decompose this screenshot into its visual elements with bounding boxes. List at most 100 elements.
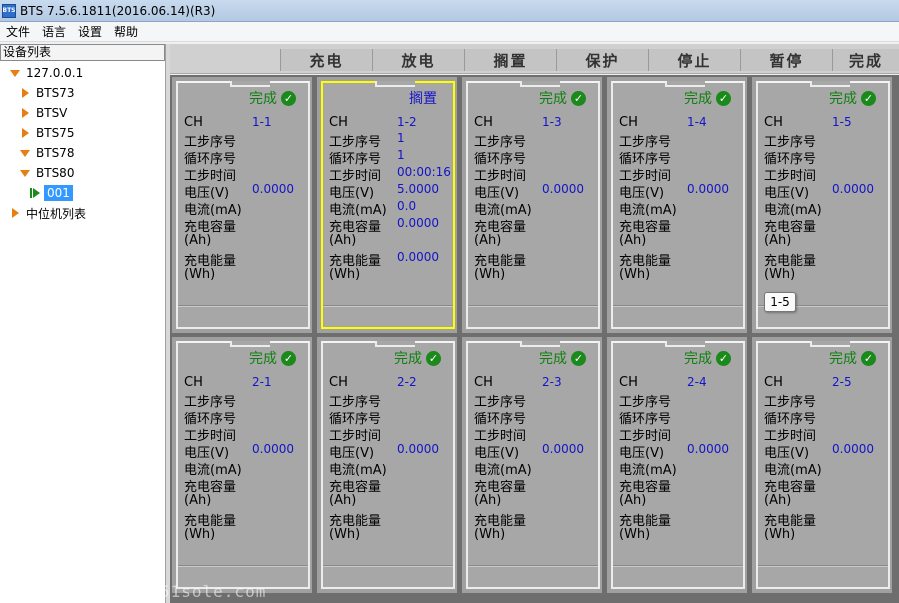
tree-node-label-selected[interactable]: 001 — [44, 185, 73, 201]
panel-notch — [375, 81, 415, 87]
field-label-ch: CH — [329, 115, 348, 130]
field-label-capacity-unit: (Ah) — [764, 233, 792, 248]
field-label-capacity-unit: (Ah) — [474, 233, 502, 248]
menu-file[interactable]: 文件 — [0, 23, 36, 40]
menu-settings[interactable]: 设置 — [72, 23, 108, 40]
energy-value: 0.0000 — [397, 250, 439, 264]
menu-help[interactable]: 帮助 — [108, 23, 144, 40]
tree-node-label: BTS75 — [36, 126, 75, 140]
field-label-ch: CH — [764, 375, 783, 390]
check-circle-icon: ✓ — [571, 90, 586, 106]
time-value: 00:00:16 — [397, 165, 451, 179]
status-label: 搁置 — [409, 91, 437, 107]
menu-language[interactable]: 语言 — [36, 23, 72, 40]
field-label-capacity-unit: (Ah) — [184, 233, 212, 248]
tree-node-bts73[interactable]: BTS73 — [22, 84, 74, 102]
status-label: 完成 — [539, 351, 567, 367]
voltage-value: 0.0000 — [542, 182, 584, 196]
collapsed-arrow-icon[interactable] — [22, 108, 29, 118]
tree-node-btsv[interactable]: BTSV — [22, 104, 67, 122]
channel-cell-1-2[interactable]: 搁置 CH 工步序号 循环序号 工步时间 电压(V) 电流(mA) 充电容量 (Ah) 充电能量(… — [317, 77, 457, 333]
protect-button[interactable]: 保护 — [556, 49, 648, 71]
tree-node-host[interactable]: 127.0.0.1 — [10, 64, 83, 82]
tree-node-bts75[interactable]: BTS75 — [22, 124, 74, 142]
field-label-energy-unit: (Wh) — [619, 267, 651, 282]
voltage-value: 0.0000 — [397, 442, 439, 456]
expanded-arrow-icon[interactable] — [20, 169, 30, 177]
channel-tooltip: 1-5 — [764, 292, 796, 312]
field-label-capacity-unit: (Ah) — [619, 493, 647, 508]
status-label: 完成 — [539, 91, 567, 107]
channel-cell-1-1[interactable]: 完成 ✓ CH 工步序号 循环序号 工步时间 电压(V) 电流(mA) 充电容量 (Ah) 充电能量… — [172, 77, 312, 333]
status-label: 完成 — [829, 351, 857, 367]
field-label-capacity-unit: (Ah) — [329, 493, 357, 508]
panel-divider — [323, 306, 453, 307]
field-label-energy-unit: (Wh) — [764, 527, 796, 542]
status-label: 完成 — [829, 91, 857, 107]
running-icon — [30, 188, 40, 198]
channel-cell-2-3[interactable]: 完成 ✓ CH 工步序号 循环序号 工步时间 电压(V) 电流(mA) 充电容量 (Ah) 充电能量… — [462, 337, 602, 593]
channel-id: 2-5 — [832, 375, 852, 389]
channel-cell-2-5[interactable]: 完成 ✓ CH 工步序号 循环序号 工步时间 电压(V) 电流(mA) 充电容量 (Ah) 充电能量… — [752, 337, 892, 593]
menu-bar: 文件 语言 设置 帮助 — [0, 22, 899, 42]
channel-panel[interactable]: 搁置 CH 工步序号 循环序号 工步时间 电压(V) 电流(mA) 充电容量 (Ah) 充电能量(… — [321, 81, 455, 329]
panel-notch — [665, 81, 705, 87]
channel-panel[interactable]: 完成 ✓ CH 工步序号 循环序号 工步时间 电压(V) 电流(mA) 充电容量 (Ah) 充电能量… — [176, 341, 310, 589]
panel-notch — [520, 341, 560, 347]
discharge-button[interactable]: 放电 — [372, 49, 464, 71]
capacity-value: 0.0000 — [397, 216, 439, 230]
channel-panel[interactable]: 完成 ✓ CH 工步序号 循环序号 工步时间 电压(V) 电流(mA) 充电容量 (Ah) 充电能量… — [611, 341, 745, 589]
tree-node-label: BTS80 — [36, 166, 75, 180]
channel-panel[interactable]: 完成 ✓ CH 工步序号 循环序号 工步时间 电压(V) 电流(mA) 充电容量 (Ah) 充电能量… — [466, 341, 600, 589]
channel-panel[interactable]: 完成 ✓ CH 工步序号 循环序号 工步时间 电压(V) 电流(mA) 充电容量 (Ah) 充电能量… — [176, 81, 310, 329]
collapsed-arrow-icon[interactable] — [12, 208, 19, 218]
panel-notch — [810, 341, 850, 347]
field-label-ch: CH — [474, 115, 493, 130]
pause-button[interactable]: 暂停 — [740, 49, 832, 71]
channel-cell-1-4[interactable]: 完成 ✓ CH 工步序号 循环序号 工步时间 电压(V) 电流(mA) 充电容量 (Ah) 充电能量… — [607, 77, 747, 333]
channel-id: 1-2 — [397, 115, 417, 129]
tree-node-label: BTS78 — [36, 146, 75, 160]
channel-panel[interactable]: 完成 ✓ CH 工步序号 循环序号 工步时间 电压(V) 电流(mA) 充电容量 (Ah) 充电能量… — [321, 341, 455, 589]
status-label: 完成 — [249, 91, 277, 107]
panel-notch — [230, 341, 270, 347]
tree-node-bts78[interactable]: BTS78 — [20, 144, 74, 162]
voltage-value: 0.0000 — [832, 442, 874, 456]
channel-panel[interactable]: 完成 ✓ CH 工步序号 循环序号 工步时间 电压(V) 电流(mA) 充电容量 (Ah) 充电能量… — [756, 341, 890, 589]
voltage-value: 0.0000 — [252, 182, 294, 196]
channel-cell-1-3[interactable]: 完成 ✓ CH 工步序号 循环序号 工步时间 电压(V) 电流(mA) 充电容量 (Ah) 充电能量… — [462, 77, 602, 333]
channel-grid: 完成 ✓ CH 工步序号 循环序号 工步时间 电压(V) 电流(mA) 充电容量 (Ah) 充电能量… — [170, 75, 899, 603]
check-circle-icon: ✓ — [281, 90, 296, 106]
collapsed-arrow-icon[interactable] — [22, 88, 29, 98]
field-label-energy-unit: (Wh) — [619, 527, 651, 542]
panel-divider — [468, 306, 598, 307]
check-circle-icon: ✓ — [861, 90, 876, 106]
stop-button[interactable]: 停止 — [648, 49, 740, 71]
rest-button[interactable]: 搁置 — [464, 49, 556, 71]
panel-divider — [178, 566, 308, 567]
channel-status: 完成 ✓ — [684, 348, 731, 368]
collapsed-arrow-icon[interactable] — [22, 128, 29, 138]
channel-id: 1-4 — [687, 115, 707, 129]
panel-notch — [375, 341, 415, 347]
expanded-arrow-icon[interactable] — [20, 149, 30, 157]
complete-button[interactable]: 完成 — [832, 49, 899, 71]
expanded-arrow-icon[interactable] — [10, 69, 20, 77]
window-title: BTS 7.5.6.1811(2016.06.14)(R3) — [20, 3, 216, 18]
tree-node-label: 127.0.0.1 — [26, 66, 84, 80]
voltage-value: 0.0000 — [252, 442, 294, 456]
field-label-energy-unit: (Wh) — [184, 267, 216, 282]
title-bar: BTS BTS 7.5.6.1811(2016.06.14)(R3) — [0, 0, 899, 22]
charge-button[interactable]: 充电 — [280, 49, 372, 71]
tree-node-001[interactable]: 001 — [30, 184, 73, 202]
channel-cell-2-2[interactable]: 完成 ✓ CH 工步序号 循环序号 工步时间 电压(V) 电流(mA) 充电容量 (Ah) 充电能量… — [317, 337, 457, 593]
channel-panel[interactable]: 完成 ✓ CH 工步序号 循环序号 工步时间 电压(V) 电流(mA) 充电容量 (Ah) 充电能量… — [611, 81, 745, 329]
channel-cell-2-1[interactable]: 完成 ✓ CH 工步序号 循环序号 工步时间 电压(V) 电流(mA) 充电容量 (Ah) 充电能量… — [172, 337, 312, 593]
tree-node-bts80[interactable]: BTS80 — [20, 164, 74, 182]
channel-cell-2-4[interactable]: 完成 ✓ CH 工步序号 循环序号 工步时间 电压(V) 电流(mA) 充电容量 (Ah) 充电能量… — [607, 337, 747, 593]
panel-divider — [758, 566, 888, 567]
channel-status: 完成 ✓ — [539, 88, 586, 108]
channel-panel[interactable]: 完成 ✓ CH 工步序号 循环序号 工步时间 电压(V) 电流(mA) 充电容量 (Ah) 充电能量… — [466, 81, 600, 329]
channel-status: 完成 ✓ — [829, 88, 876, 108]
tree-node-middle-list[interactable]: 中位机列表 — [12, 204, 86, 222]
